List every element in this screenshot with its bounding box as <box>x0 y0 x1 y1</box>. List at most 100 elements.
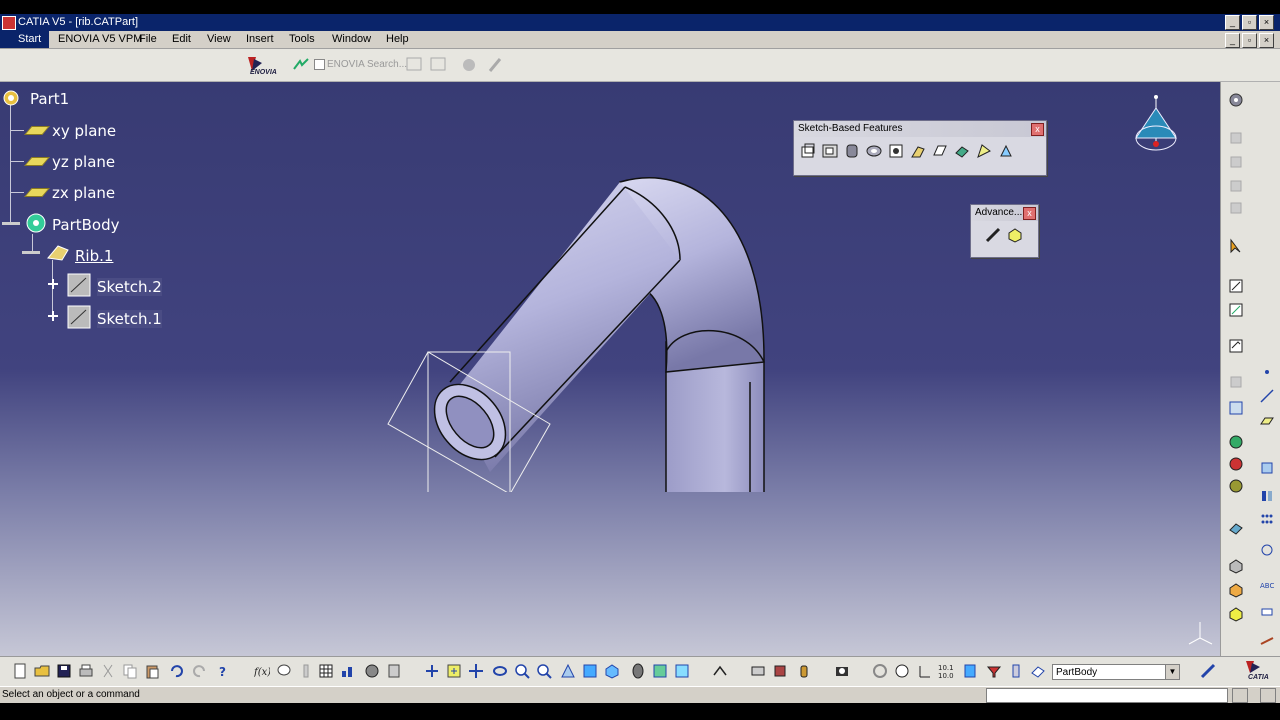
tree-rib1[interactable]: Rib.1 <box>75 247 113 265</box>
tree-partbody[interactable]: PartBody <box>52 216 119 234</box>
measure-icon[interactable] <box>1259 630 1275 646</box>
3d-viewport[interactable]: Part1 xy plane yz plane zx plane PartBod… <box>0 82 1220 656</box>
save-icon[interactable] <box>56 663 72 679</box>
stop-command-icon[interactable] <box>1232 688 1248 703</box>
menu-file[interactable]: File <box>139 33 157 45</box>
restore-icon[interactable]: ▫ <box>1242 15 1257 30</box>
disabled-tool-icon[interactable] <box>1228 200 1244 216</box>
close-icon[interactable]: × <box>1259 15 1274 30</box>
current-body-select[interactable]: PartBody ▼ <box>1052 664 1180 680</box>
tree-sketch1[interactable]: Sketch.1 <box>97 310 162 328</box>
menu-start[interactable]: Start <box>0 31 50 48</box>
pocket-icon[interactable] <box>822 143 838 159</box>
removed-multi-section-icon[interactable] <box>998 143 1014 159</box>
tree-xy-plane[interactable]: xy plane <box>52 122 116 140</box>
tree-sketch2[interactable]: Sketch.2 <box>97 278 162 296</box>
sketch-based-features-toolbar[interactable]: Sketch-Based Features x <box>793 120 1047 176</box>
3d-annotation-icon[interactable] <box>1259 604 1275 620</box>
shell-icon[interactable] <box>1228 478 1244 494</box>
menu-window[interactable]: Window <box>332 33 371 45</box>
menu-insert[interactable]: Insert <box>246 33 274 45</box>
multi-pad-icon[interactable] <box>1007 227 1023 243</box>
sketch-analysis-icon[interactable] <box>712 663 728 679</box>
transform-icon[interactable] <box>1259 460 1275 476</box>
update-icon[interactable] <box>386 663 402 679</box>
multi-section-solid-icon[interactable] <box>976 143 992 159</box>
boolean-icon[interactable] <box>1228 558 1244 574</box>
annotation-icon[interactable]: ABC <box>1259 576 1275 592</box>
hide-show-icon[interactable] <box>652 663 668 679</box>
chevron-down-icon[interactable]: ▼ <box>1165 665 1179 679</box>
pad-icon[interactable] <box>800 143 816 159</box>
minimize-icon[interactable]: _ <box>1225 15 1240 30</box>
zoom-out-icon[interactable] <box>536 663 552 679</box>
knowledge-icon[interactable] <box>276 663 292 679</box>
copy-icon[interactable] <box>122 663 138 679</box>
draft-icon[interactable] <box>1228 456 1244 472</box>
swap-space-icon[interactable] <box>674 663 690 679</box>
settings-gear-icon[interactable] <box>1228 92 1244 108</box>
sketch-icon[interactable] <box>44 272 94 298</box>
enovia-tools-icons[interactable] <box>405 55 453 75</box>
sketcher-icon[interactable] <box>1228 278 1244 294</box>
positioned-sketch-icon[interactable] <box>1228 302 1244 318</box>
analysis-icon[interactable] <box>340 663 356 679</box>
point-icon[interactable] <box>1259 364 1275 380</box>
body-selector-icon[interactable] <box>1030 663 1046 679</box>
globe-icon[interactable] <box>894 663 910 679</box>
tree-zx-plane[interactable]: zx plane <box>52 184 115 202</box>
disabled-tool-icon[interactable] <box>1228 130 1244 146</box>
surface-based-icon[interactable] <box>1228 520 1244 536</box>
isometric-view-icon[interactable] <box>604 663 620 679</box>
sketch-edit-icon[interactable] <box>1228 338 1244 354</box>
properties-icon[interactable] <box>1008 663 1024 679</box>
pattern-icon[interactable] <box>1259 512 1275 528</box>
rib-icon[interactable] <box>910 143 926 159</box>
catia-tool-icon[interactable] <box>1200 663 1216 679</box>
print-icon[interactable] <box>78 663 94 679</box>
dress-up-icon[interactable] <box>1228 434 1244 450</box>
shading-icon[interactable] <box>630 663 646 679</box>
layer-icon[interactable] <box>962 663 978 679</box>
swap-visible-icon[interactable] <box>750 663 766 679</box>
rib-feature-icon[interactable] <box>22 242 72 264</box>
slot-icon[interactable] <box>932 143 948 159</box>
advanced-toolbar[interactable]: Advance... x <box>970 204 1039 258</box>
plane-tool-icon[interactable] <box>1259 412 1275 428</box>
sketch-based-features-close-button[interactable]: x <box>1031 123 1044 136</box>
scale-readout-icon[interactable]: 10.110.0 <box>938 663 954 679</box>
compass-icon[interactable] <box>1130 92 1182 162</box>
multi-view-icon[interactable] <box>582 663 598 679</box>
groove-icon[interactable] <box>866 143 882 159</box>
tree-root-part1[interactable]: Part1 <box>30 90 69 108</box>
filter-icon[interactable] <box>986 663 1002 679</box>
normal-view-icon[interactable] <box>560 663 576 679</box>
fly-mode-icon[interactable] <box>424 663 440 679</box>
menu-help[interactable]: Help <box>386 33 409 45</box>
whats-this-icon[interactable]: ? <box>216 663 232 679</box>
redo-icon[interactable] <box>192 663 208 679</box>
axis-tools-icon[interactable] <box>916 663 932 679</box>
axis-tool-icon[interactable] <box>1228 400 1244 416</box>
sketch-icon[interactable] <box>44 304 94 330</box>
menu-view[interactable]: View <box>207 33 231 45</box>
law-icon[interactable] <box>298 663 314 679</box>
menu-edit[interactable]: Edit <box>172 33 191 45</box>
line-icon[interactable] <box>1259 388 1275 404</box>
open-folder-icon[interactable] <box>34 663 50 679</box>
enovia-search-input[interactable]: ENOVIA Search... <box>327 59 407 70</box>
shaft-icon[interactable] <box>844 143 860 159</box>
mirror-icon[interactable] <box>1259 488 1275 504</box>
apply-material-bottle-icon[interactable] <box>796 663 812 679</box>
table-icon[interactable] <box>318 663 334 679</box>
enovia-connect-icon[interactable] <box>292 57 310 73</box>
scaling-icon[interactable] <box>1259 542 1275 558</box>
paste-icon[interactable] <box>144 663 160 679</box>
assemble-icon[interactable] <box>1228 582 1244 598</box>
menu-tools[interactable]: Tools <box>289 33 315 45</box>
pan-icon[interactable] <box>468 663 484 679</box>
doc-minimize-icon[interactable]: _ <box>1225 33 1240 48</box>
reference-tool-icon[interactable] <box>1228 374 1244 390</box>
enovia-search-checkbox[interactable] <box>314 59 325 70</box>
doc-close-icon[interactable]: × <box>1259 33 1274 48</box>
